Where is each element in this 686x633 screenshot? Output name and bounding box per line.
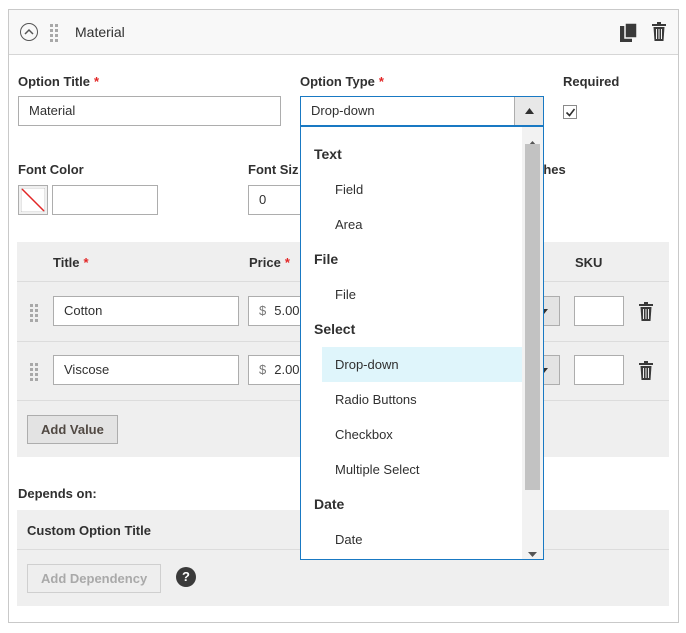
drag-handle-icon[interactable] (30, 363, 40, 381)
delete-value-trash-icon[interactable] (639, 302, 653, 324)
option-type-dropdown-list: Text Field Area File File Select Drop-down Radi… (300, 126, 544, 560)
title-header-text: Title (53, 255, 80, 270)
font-size-input[interactable]: 0 (248, 185, 308, 215)
required-mark: * (284, 255, 290, 270)
value-sku-input[interactable] (574, 296, 624, 326)
price-value: 5.00 (274, 303, 300, 318)
option-type-label: Option Type * (300, 74, 384, 89)
dropdown-option[interactable]: Drop-down (322, 347, 522, 382)
font-color-input[interactable] (52, 185, 158, 215)
dropdown-scrollbar[interactable] (522, 127, 543, 559)
font-color-label: Font Color (18, 162, 84, 177)
option-header: Material (9, 10, 678, 55)
color-picker-swatch[interactable] (18, 185, 48, 215)
price-value: 2.00 (274, 362, 300, 377)
dropdown-option[interactable]: Date (301, 522, 521, 557)
value-sku-input[interactable] (574, 355, 624, 385)
dropdown-option[interactable]: Checkbox (301, 417, 521, 452)
custom-option-panel: Material Option Title * Material Option T… (8, 9, 679, 623)
value-title-input[interactable]: Cotton (53, 296, 239, 326)
dropdown-group-label: Date (314, 496, 345, 512)
collapse-toggle-icon[interactable] (20, 23, 38, 41)
required-checkbox[interactable] (563, 105, 577, 119)
dropdown-option[interactable]: Radio Buttons (301, 382, 521, 417)
currency-symbol: $ (259, 303, 267, 318)
price-column-header: Price * (249, 255, 290, 270)
dropdown-option[interactable]: Field (301, 172, 521, 207)
drag-handle-icon[interactable] (50, 24, 60, 42)
sku-column-header: SKU (575, 255, 603, 270)
font-size-label: Font Siz (248, 162, 299, 177)
option-type-value: Drop-down (311, 103, 375, 118)
custom-option-title-header: Custom Option Title (27, 523, 151, 538)
price-header-text: Price (249, 255, 281, 270)
drag-handle-icon[interactable] (30, 304, 40, 322)
value-price-input[interactable]: $2.00 (248, 355, 308, 385)
dropdown-option[interactable]: File (301, 277, 521, 312)
scroll-down-arrow-icon[interactable] (528, 545, 537, 559)
option-title-input[interactable]: Material (18, 96, 281, 126)
help-icon[interactable]: ? (176, 567, 196, 587)
dropdown-option[interactable]: Area (301, 207, 521, 242)
scrollbar-thumb[interactable] (525, 144, 540, 490)
option-title-label: Option Title * (18, 74, 99, 89)
dropdown-option[interactable]: Multiple Select (301, 452, 521, 487)
option-title-label-text: Option Title (18, 74, 90, 89)
value-price-input[interactable]: $5.00 (248, 296, 308, 326)
add-dependency-button[interactable]: Add Dependency (27, 564, 162, 593)
copy-icon[interactable] (620, 22, 638, 46)
option-type-toggle-button[interactable] (514, 97, 543, 125)
dropdown-group-label: Select (314, 321, 356, 337)
add-value-button[interactable]: Add Value (27, 415, 118, 444)
option-type-select[interactable]: Drop-down (300, 96, 544, 126)
required-label: Required (563, 74, 620, 89)
delete-option-trash-icon[interactable] (652, 22, 666, 44)
option-type-label-text: Option Type (300, 74, 375, 89)
dropdown-group-label: File (314, 251, 339, 267)
depends-on-label: Depends on: (18, 486, 97, 501)
option-header-title: Material (75, 24, 125, 40)
dropdown-group-label: Text (314, 146, 342, 162)
delete-value-trash-icon[interactable] (639, 361, 653, 383)
required-mark: * (93, 74, 100, 89)
currency-symbol: $ (259, 362, 267, 377)
required-mark: * (83, 255, 89, 270)
required-mark: * (378, 74, 384, 89)
value-title-input[interactable]: Viscose (53, 355, 239, 385)
title-column-header: Title * (53, 255, 89, 270)
